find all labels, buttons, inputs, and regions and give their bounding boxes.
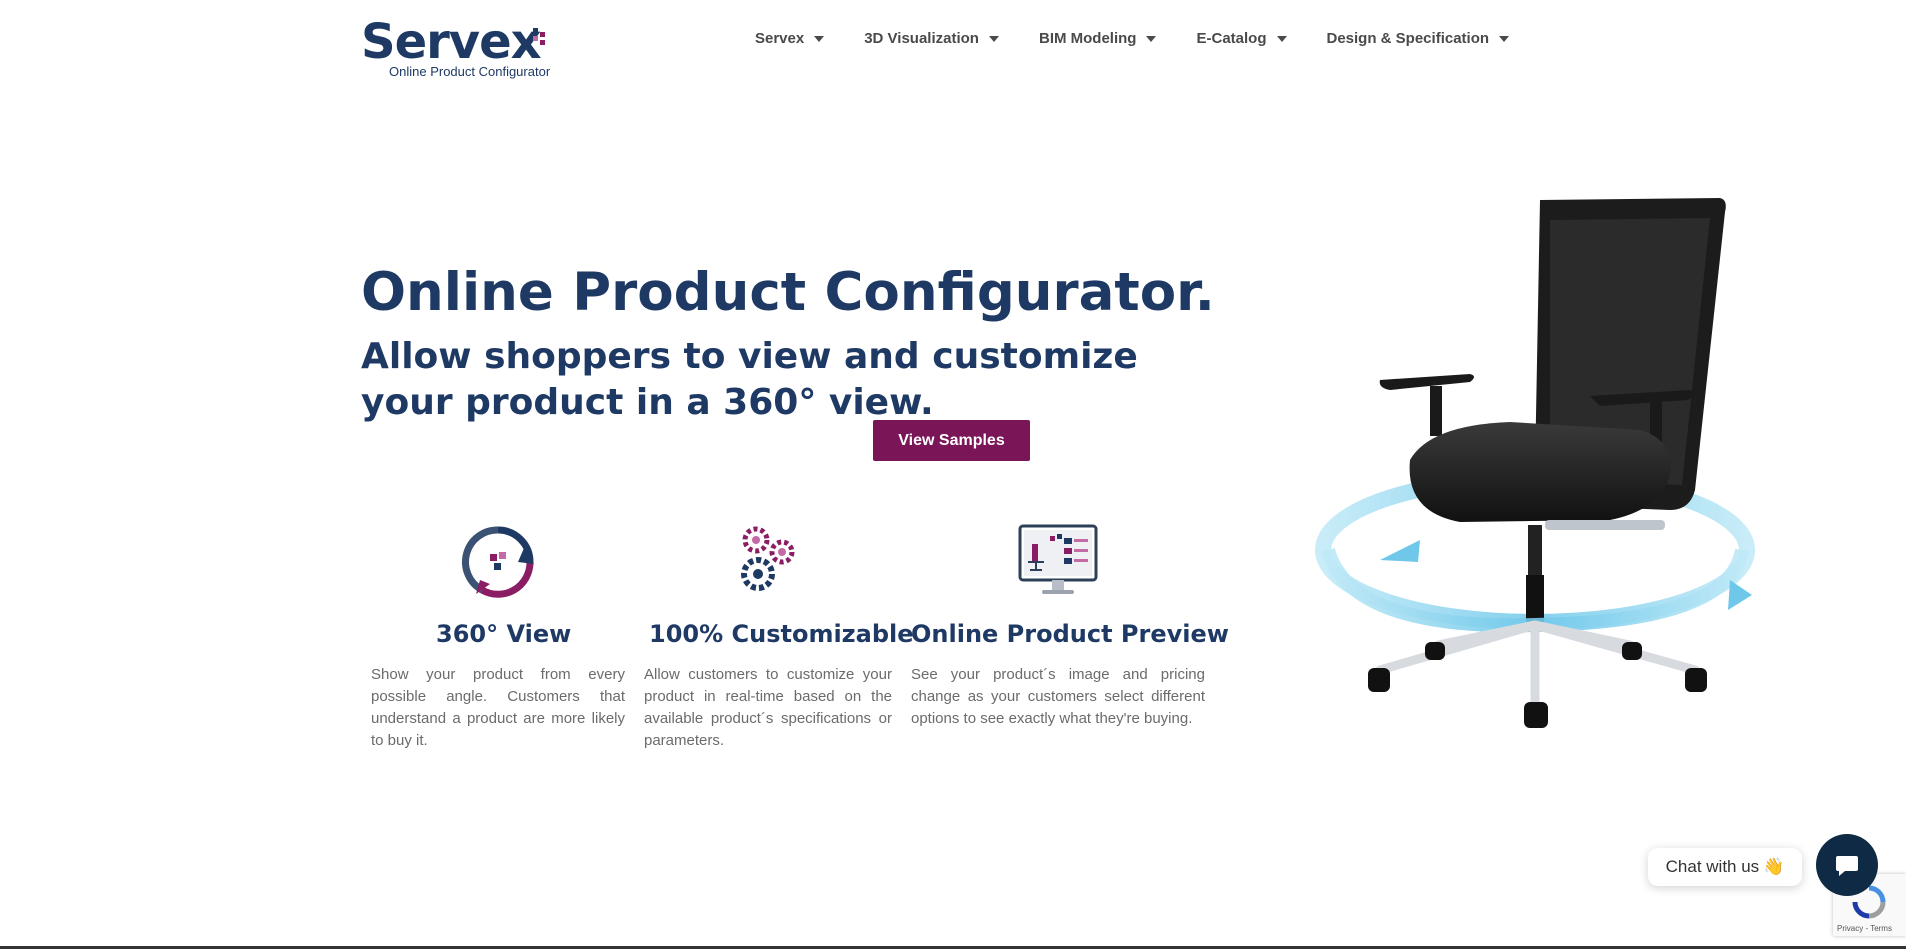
chat-icon	[1836, 856, 1858, 876]
hero-subtitle: Allow shoppers to view and customize you…	[361, 336, 1138, 423]
gears-icon	[741, 526, 795, 591]
office-chair-360-image	[1315, 198, 1755, 728]
main-nav: Servex 3D Visualization BIM Modeling E-C…	[755, 30, 1549, 47]
chevron-down-icon	[1146, 35, 1157, 42]
feature-title: Online Product Preview	[911, 620, 1229, 648]
logo-tagline: Online Product Configurator	[389, 64, 551, 79]
nav-item-e-catalog[interactable]: E-Catalog	[1196, 30, 1287, 47]
monitor-preview-icon	[1018, 524, 1098, 594]
chevron-down-icon	[988, 35, 999, 42]
feature-description: Show your product from every possible an…	[371, 666, 625, 749]
chevron-down-icon	[1499, 35, 1510, 42]
logo[interactable]: Servex Online Product Configurator	[361, 16, 551, 80]
nav-item-label: Servex	[755, 30, 805, 47]
nav-item-label: 3D Visualization	[864, 30, 979, 47]
nav-item-3d-visualization[interactable]: 3D Visualization	[864, 30, 999, 47]
chat-with-us-bubble[interactable]: Chat with us 👋	[1648, 848, 1802, 886]
view-samples-button[interactable]: View Samples	[873, 420, 1030, 461]
chevron-down-icon	[1276, 35, 1287, 42]
waving-hand-icon: 👋	[1763, 857, 1785, 876]
rotate-360-icon	[462, 526, 534, 598]
feature-title: 360° View	[436, 620, 572, 648]
page-title: Online Product Configurator.	[361, 262, 1215, 323]
recaptcha-terms[interactable]: Privacy - Terms	[1837, 924, 1892, 933]
nav-item-label: Design & Specification	[1326, 30, 1490, 47]
logo-dots-icon	[533, 28, 545, 45]
nav-item-design-specification[interactable]: Design & Specification	[1327, 30, 1510, 47]
chevron-down-icon	[814, 35, 825, 42]
nav-item-label: BIM Modeling	[1038, 30, 1137, 47]
feature-description: Allow customers to customize your produc…	[644, 666, 892, 749]
nav-item-label: E-Catalog	[1196, 30, 1267, 47]
nav-item-servex[interactable]: Servex	[755, 30, 825, 47]
logo-wordmark: Servex	[361, 14, 542, 70]
feature-title: 100% Customizable	[649, 620, 914, 648]
chat-label: Chat with us	[1665, 857, 1760, 876]
chat-launcher-button[interactable]	[1816, 834, 1878, 896]
feature-description: See your product´s image and pricing cha…	[911, 666, 1205, 727]
nav-item-bim-modeling[interactable]: BIM Modeling	[1039, 30, 1157, 47]
